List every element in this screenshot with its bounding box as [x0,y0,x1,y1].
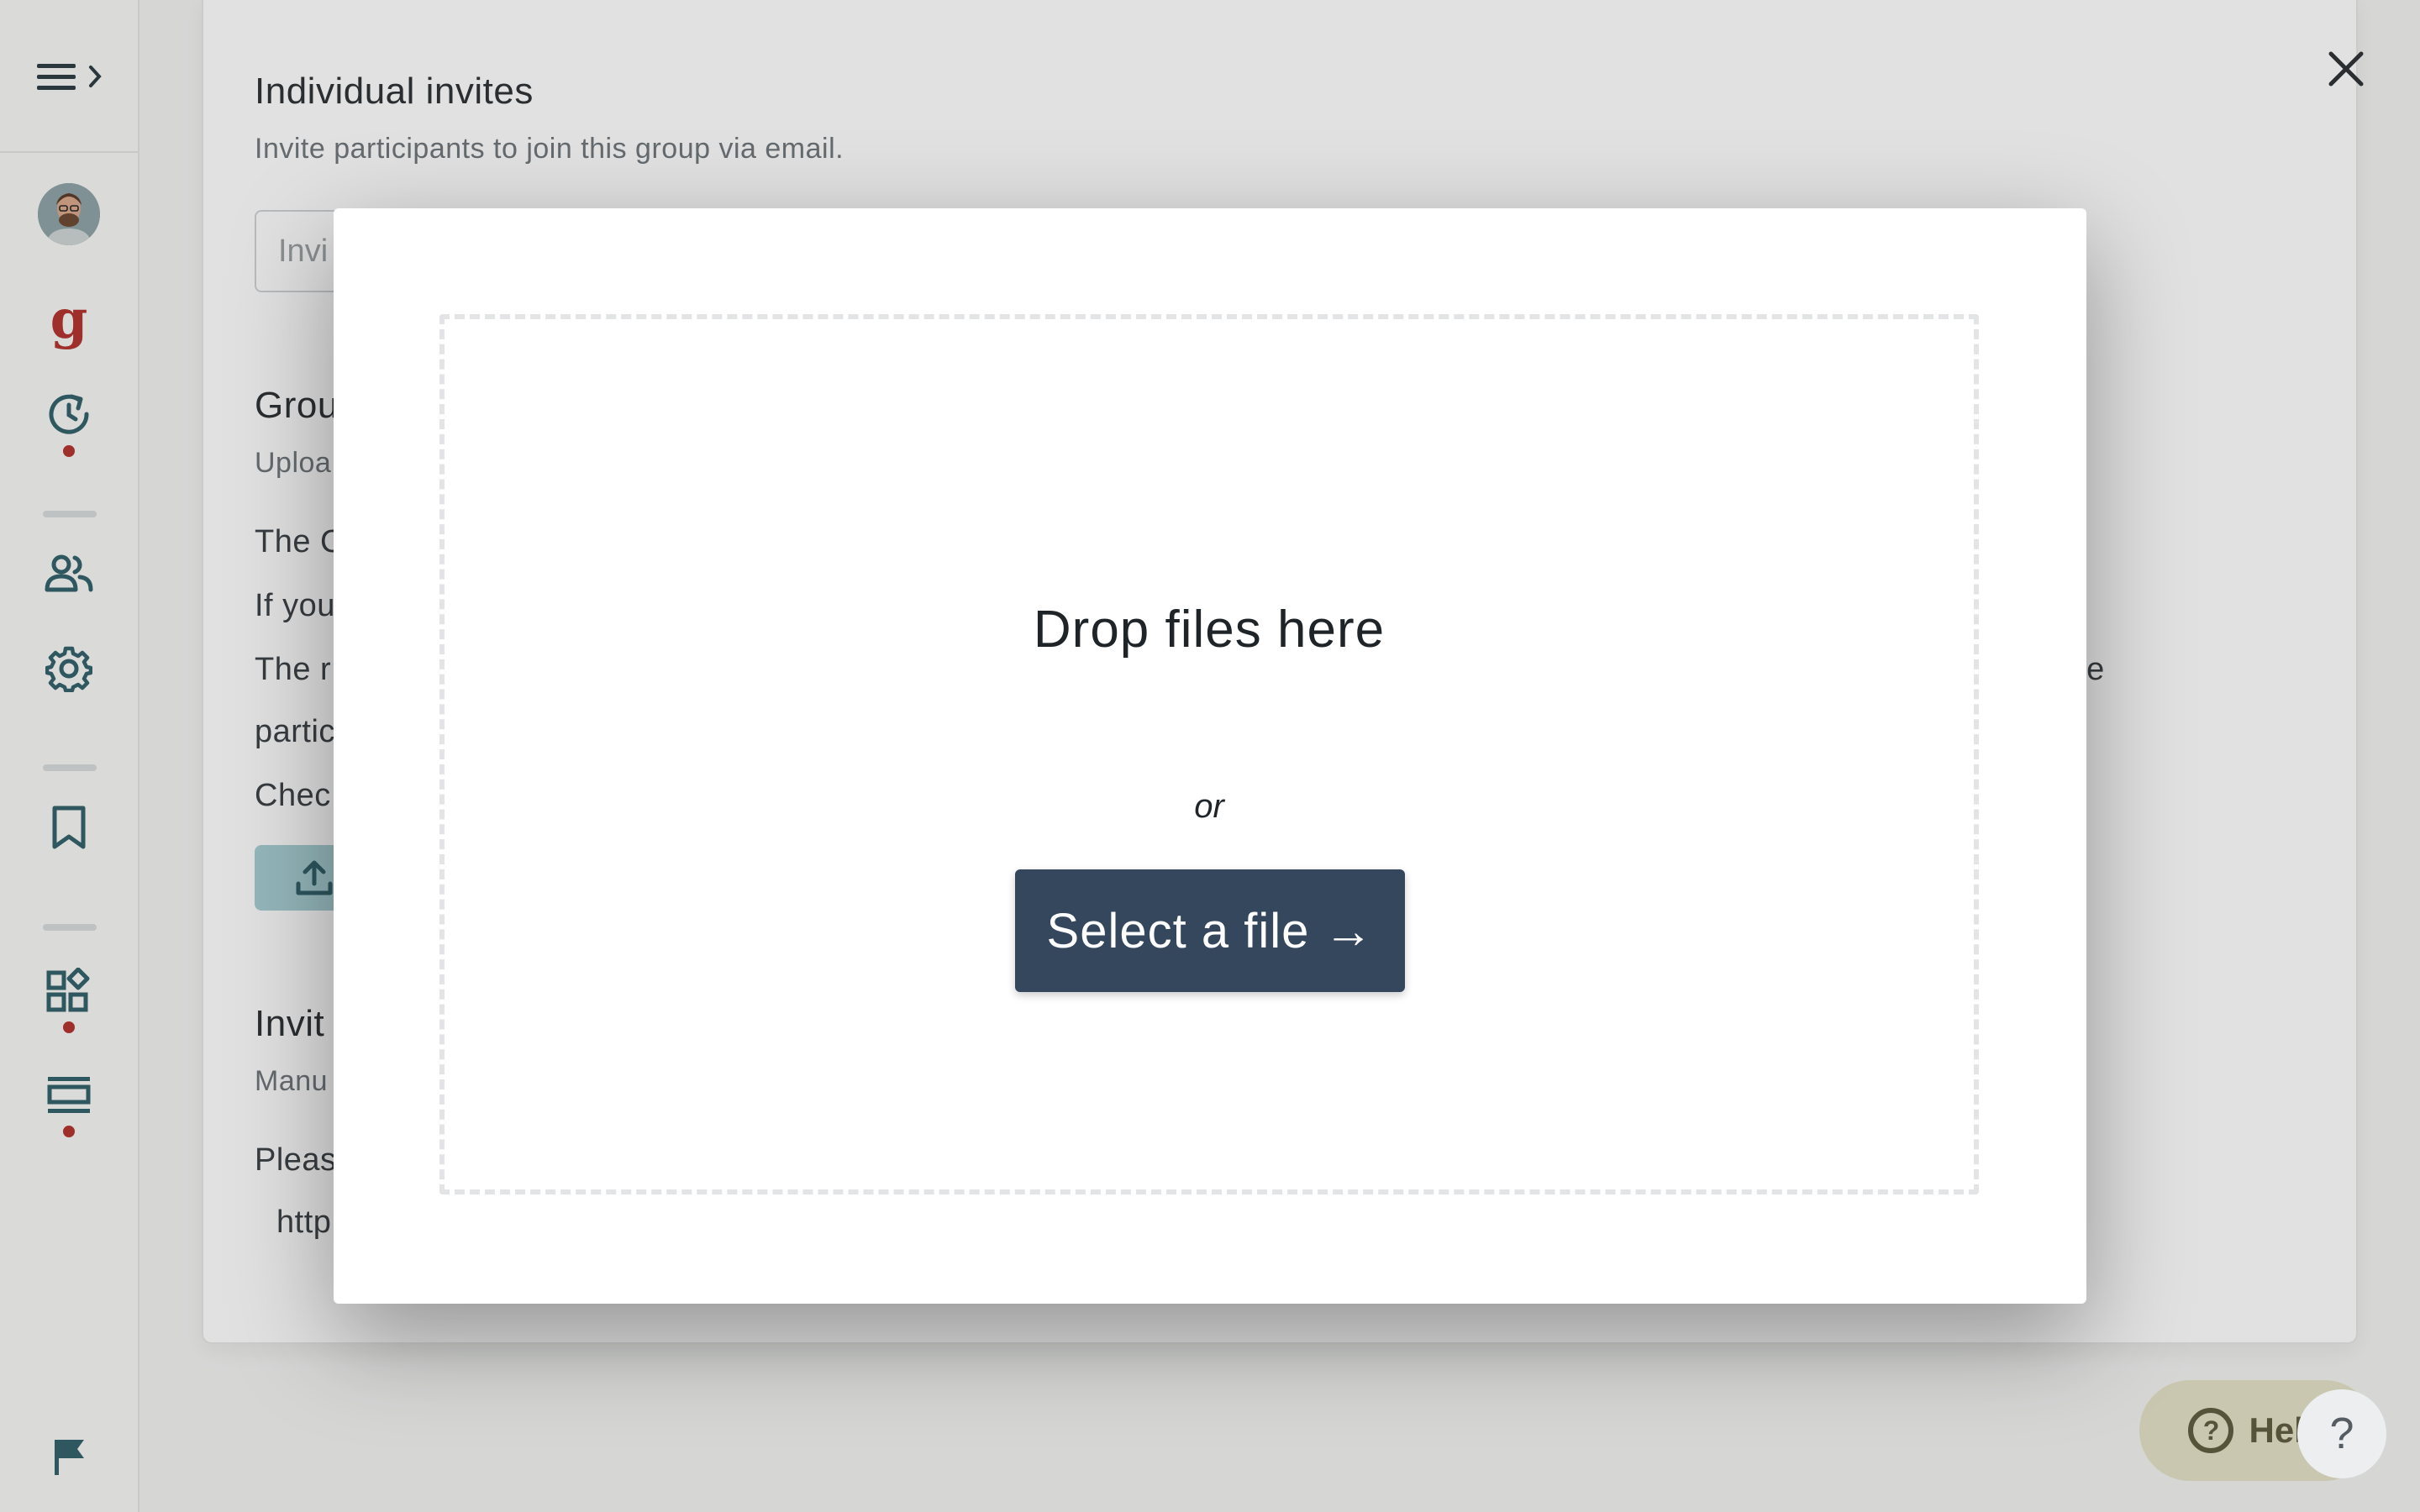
modal-help-button[interactable]: ? [2297,1389,2386,1478]
or-separator: or [1194,788,1224,825]
drop-files-heading: Drop files here [1033,601,1386,659]
file-drop-zone[interactable]: Drop files here or [439,314,1979,1194]
select-file-button[interactable]: Select a file → [1015,869,1405,992]
file-upload-modal: Drop files here or ? [334,208,2386,1478]
